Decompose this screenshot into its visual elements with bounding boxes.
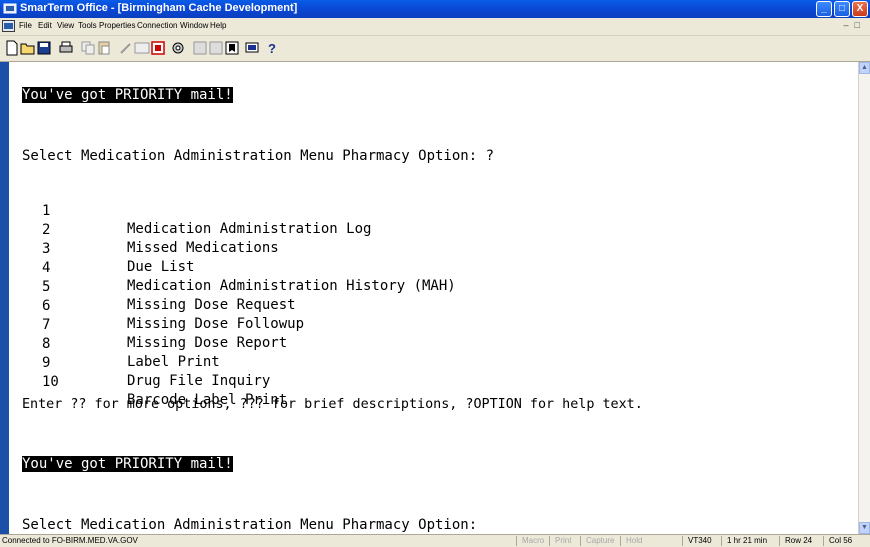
status-session-time: 1 hr 21 min [721, 536, 767, 546]
scroll-up-arrow-icon[interactable]: ▲ [859, 62, 870, 74]
menu-bar: File Edit View Tools Properties Connecti… [0, 18, 870, 36]
close-button[interactable]: X [852, 1, 868, 17]
minimize-button[interactable]: _ [816, 1, 832, 17]
settings-icon[interactable] [170, 40, 186, 56]
menu-file[interactable]: File [19, 21, 32, 30]
save-icon[interactable] [36, 40, 52, 56]
scroll-down-arrow-icon[interactable]: ▼ [859, 522, 870, 534]
status-emulation: VT340 [682, 536, 712, 546]
menu-help[interactable]: Help [210, 21, 226, 30]
menu-tools[interactable]: Tools [78, 21, 97, 30]
terminal-screen[interactable]: You've got PRIORITY mail! Select Medicat… [9, 62, 858, 534]
connection-status: Connected to FO-BIRM.MED.VA.GOV [2, 536, 138, 545]
priority-mail-notice-2: You've got PRIORITY mail! [22, 456, 233, 472]
status-bar: Connected to FO-BIRM.MED.VA.GOV Macro Pr… [0, 534, 870, 547]
menu-properties[interactable]: Properties [99, 21, 135, 30]
menu-prompt: Select Medication Administration Menu Ph… [22, 148, 495, 164]
window-title: SmarTerm Office - [Birmingham Cache Deve… [20, 2, 298, 14]
maximize-button[interactable]: □ [834, 1, 850, 17]
status-macro: Macro [516, 536, 544, 546]
vertical-scrollbar[interactable]: ▲ ▼ [858, 62, 870, 534]
mdi-window-buttons[interactable]: –□ [844, 20, 866, 30]
font-icon[interactable] [134, 40, 150, 56]
bookmark-icon[interactable] [224, 40, 240, 56]
status-hold: Hold [620, 536, 642, 546]
paste-icon[interactable] [96, 40, 112, 56]
terminal-left-border [0, 62, 9, 534]
status-print: Print [549, 536, 571, 546]
status-row: Row 24 [779, 536, 812, 546]
wand-icon[interactable] [118, 40, 134, 56]
svg-text:?: ? [268, 41, 276, 56]
copy-icon[interactable] [80, 40, 96, 56]
priority-mail-notice: You've got PRIORITY mail! [22, 87, 233, 103]
menu-edit[interactable]: Edit [38, 21, 52, 30]
title-bar: SmarTerm Office - [Birmingham Cache Deve… [0, 0, 870, 18]
session-icon-2[interactable] [208, 40, 224, 56]
open-folder-icon[interactable] [20, 40, 36, 56]
status-col: Col 56 [823, 536, 852, 546]
session-icon-1[interactable] [192, 40, 208, 56]
menu-window[interactable]: Window [180, 21, 208, 30]
menu-view[interactable]: View [57, 21, 74, 30]
status-capture: Capture [580, 536, 614, 546]
command-prompt[interactable]: Select Medication Administration Menu Ph… [22, 516, 477, 534]
help-text: Enter ?? for more options, ??? for brief… [22, 397, 643, 412]
toolbar: ? [0, 36, 870, 62]
help-icon[interactable]: ? [264, 40, 280, 56]
print-icon[interactable] [58, 40, 74, 56]
document-icon[interactable] [2, 20, 15, 32]
menu-option-row: 10 Barcode Label Print [22, 355, 842, 427]
monitor-icon[interactable] [244, 40, 260, 56]
new-icon[interactable] [4, 40, 20, 56]
menu-connection[interactable]: Connection [137, 21, 177, 30]
option-number: 10 [42, 374, 59, 390]
app-icon [3, 3, 17, 14]
macro-icon[interactable] [150, 40, 166, 56]
